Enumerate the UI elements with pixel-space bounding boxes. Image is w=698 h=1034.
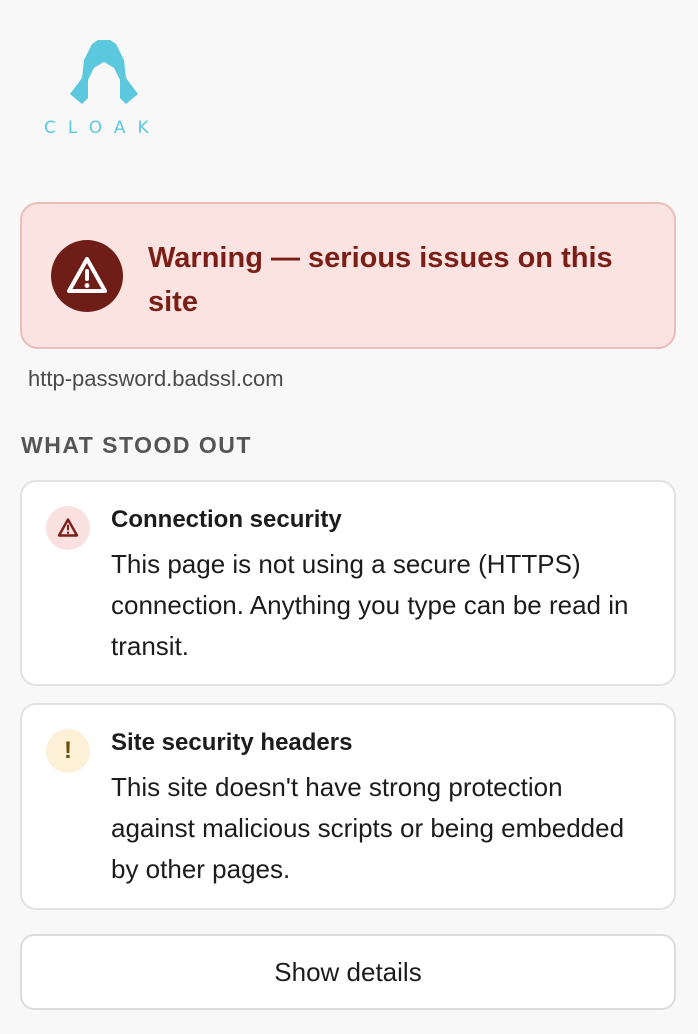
finding-description: This page is not using a secure (HTTPS) … [111,549,629,661]
danger-badge [46,506,90,550]
warning-triangle-icon [67,257,107,293]
cloak-logo: CLOAK [40,38,170,138]
hooded-figure-icon [70,40,138,104]
warning-triangle-icon [57,518,79,537]
warning-banner: Warning — serious issues on this site [20,202,676,349]
finding-title: Site security headers [111,729,353,756]
show-details-button[interactable]: Show details [20,934,676,1010]
finding-card-security-headers: ! Site security headers This site doesn'… [20,703,676,910]
site-domain: http-password.badssl.com [28,366,284,391]
finding-description: This site doesn't have strong protection… [111,772,625,884]
exclamation-icon: ! [64,737,72,764]
finding-title: Connection security [111,506,342,533]
warning-title: Warning — serious issues on this site [148,242,613,318]
finding-card-connection-security: Connection security This page is not usi… [20,480,676,686]
warning-badge [51,240,123,312]
section-heading: WHAT STOOD OUT [21,432,252,458]
logo-text: CLOAK [44,118,161,138]
caution-badge: ! [46,729,90,773]
